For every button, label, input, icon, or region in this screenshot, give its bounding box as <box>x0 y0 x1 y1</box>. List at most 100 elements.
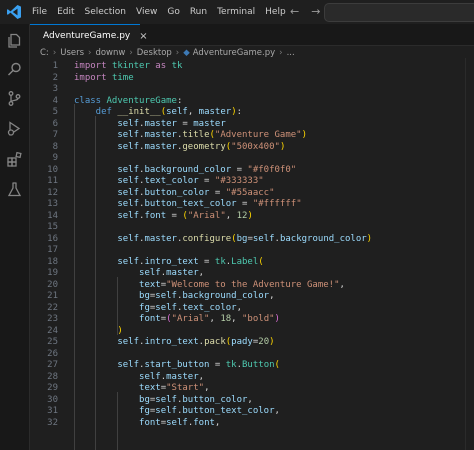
code-editor[interactable]: 1 import tkinter as tk 2 import time 3 4 class… <box>30 58 474 450</box>
code-token: = <box>209 187 226 198</box>
line-number: 26 <box>47 348 58 359</box>
code-line[interactable]: 28 self.master, <box>30 372 474 384</box>
code-line[interactable]: 8 self.master.geometry("500x400") <box>30 142 474 154</box>
forward-arrow-icon[interactable]: → <box>311 5 320 18</box>
code-token: button_color <box>144 187 210 198</box>
code-line[interactable]: 31 fg=self.button_text_color, <box>30 406 474 418</box>
breadcrumb-file[interactable]: AdventureGame.py <box>193 48 275 58</box>
code-token: bg <box>74 394 150 405</box>
line-number: 21 <box>47 291 58 301</box>
back-arrow-icon[interactable]: ← <box>290 5 299 18</box>
code-line[interactable]: 26 <box>30 349 474 361</box>
tab-adventuregame[interactable]: AdventureGame.py × <box>30 24 148 47</box>
code-text: self.text_color = "#333333" <box>74 176 263 188</box>
code-token: title <box>182 130 210 140</box>
code-token: text_color <box>144 176 199 186</box>
code-line[interactable]: 10 self.background_color = "#f0f0f0" <box>30 165 474 177</box>
code-token: import <box>74 61 112 71</box>
code-line[interactable]: 20 text="Welcome to the Adventure Game!"… <box>30 280 474 292</box>
code-line[interactable]: 23 font=("Arial", 18, "bold") <box>30 314 474 326</box>
code-line[interactable]: 13 self.button_text_color = "#ffffff" <box>30 199 474 211</box>
editor-scrollbar[interactable] <box>465 58 474 450</box>
code-token: : <box>176 95 183 106</box>
code-line[interactable]: 30 bg=self.button_color, <box>30 395 474 407</box>
code-token: , <box>225 210 237 221</box>
chevron-right-icon: › <box>279 48 283 58</box>
testing-icon[interactable] <box>6 181 23 198</box>
code-token: master <box>166 268 199 278</box>
code-line[interactable]: 24 ) <box>30 326 474 338</box>
code-token: def <box>74 107 118 117</box>
code-line[interactable]: 9 <box>30 153 474 165</box>
line-number: 13 <box>47 199 58 209</box>
code-line[interactable]: 3 <box>30 84 474 96</box>
code-token: self <box>74 233 140 244</box>
code-line[interactable]: 29 text="Start", <box>30 383 474 395</box>
run-debug-icon[interactable] <box>6 120 23 137</box>
menu-go[interactable]: Go <box>167 7 179 17</box>
code-line[interactable]: 25 self.intro_text.pack(pady=20) <box>30 337 474 349</box>
command-center-search[interactable] <box>324 3 474 22</box>
code-token: , <box>209 314 221 324</box>
explorer-icon[interactable] <box>6 32 23 49</box>
code-token: self <box>166 417 188 428</box>
code-line[interactable]: 1 import tkinter as tk <box>30 61 474 73</box>
line-number: 19 <box>47 268 58 278</box>
code-line[interactable]: 14 self.font = ("Arial", 12) <box>30 211 474 223</box>
code-token: configure <box>182 233 232 244</box>
code-line[interactable]: 7 self.master.title("Adventure Game") <box>30 130 474 142</box>
code-token: button_color <box>182 394 248 405</box>
menu-view[interactable]: View <box>136 7 157 17</box>
code-line[interactable]: 5 def __init__(self, master): <box>30 107 474 119</box>
code-line[interactable]: 19 self.master, <box>30 268 474 280</box>
code-token: "#f0f0f0" <box>247 164 297 175</box>
menu-edit[interactable]: Edit <box>57 7 74 17</box>
code-line[interactable]: 2 import time <box>30 73 474 85</box>
close-icon[interactable]: × <box>139 31 147 42</box>
menu-help[interactable]: Help <box>265 7 286 17</box>
code-line[interactable]: 32 font=self.font, <box>30 418 474 430</box>
breadcrumb-users[interactable]: Users <box>60 48 84 58</box>
code-line[interactable]: 15 <box>30 222 474 234</box>
code-token: 12 <box>236 210 248 221</box>
source-control-icon[interactable] <box>6 90 23 107</box>
code-line[interactable]: 11 self.text_color = "#333333" <box>30 176 474 188</box>
breadcrumb-drive[interactable]: C: <box>40 48 49 58</box>
menu-terminal[interactable]: Terminal <box>217 7 255 17</box>
code-token: "#55aacc" <box>225 187 275 198</box>
code-line[interactable]: 21 bg=self.background_color, <box>30 291 474 303</box>
code-token: self <box>155 406 177 416</box>
tab-label: AdventureGame.py <box>43 31 131 41</box>
line-number: 8 <box>52 141 58 152</box>
code-token: master <box>144 141 177 152</box>
breadcrumb-downw[interactable]: downw <box>95 48 125 58</box>
code-line[interactable]: 17 <box>30 245 474 257</box>
code-line[interactable]: 22 fg=self.text_color, <box>30 303 474 315</box>
line-number: 4 <box>52 95 58 106</box>
code-token: AdventureGame <box>106 95 177 106</box>
code-token: , <box>204 383 210 393</box>
line-number: 17 <box>47 245 58 255</box>
code-line[interactable]: 12 self.button_color = "#55aacc" <box>30 188 474 200</box>
code-line[interactable]: 16 self.master.configure(bg=self.backgro… <box>30 234 474 246</box>
breadcrumb-symbol[interactable]: ... <box>287 48 295 58</box>
code-token: font <box>144 210 167 221</box>
menu-run[interactable]: Run <box>190 7 207 17</box>
menu-selection[interactable]: Selection <box>85 7 126 17</box>
code-line[interactable]: 27 self.start_button = tk.Button( <box>30 360 474 372</box>
line-number: 31 <box>47 406 58 416</box>
code-line[interactable]: 4 class AdventureGame: <box>30 96 474 108</box>
extensions-icon[interactable] <box>6 151 23 168</box>
code-line[interactable]: 18 self.intro_text = tk.Label( <box>30 257 474 269</box>
code-token: self <box>74 360 140 370</box>
code-line[interactable]: 6 self.master = master <box>30 119 474 131</box>
line-number: 18 <box>47 256 58 267</box>
search-icon[interactable] <box>6 61 23 78</box>
code-token: = <box>166 210 183 221</box>
chevron-right-icon: › <box>175 48 180 58</box>
code-token: = <box>209 360 226 370</box>
menu-file[interactable]: File <box>32 7 47 17</box>
code-token: self <box>74 118 140 129</box>
code-token: self <box>74 256 140 267</box>
breadcrumb-desktop[interactable]: Desktop <box>137 48 172 58</box>
